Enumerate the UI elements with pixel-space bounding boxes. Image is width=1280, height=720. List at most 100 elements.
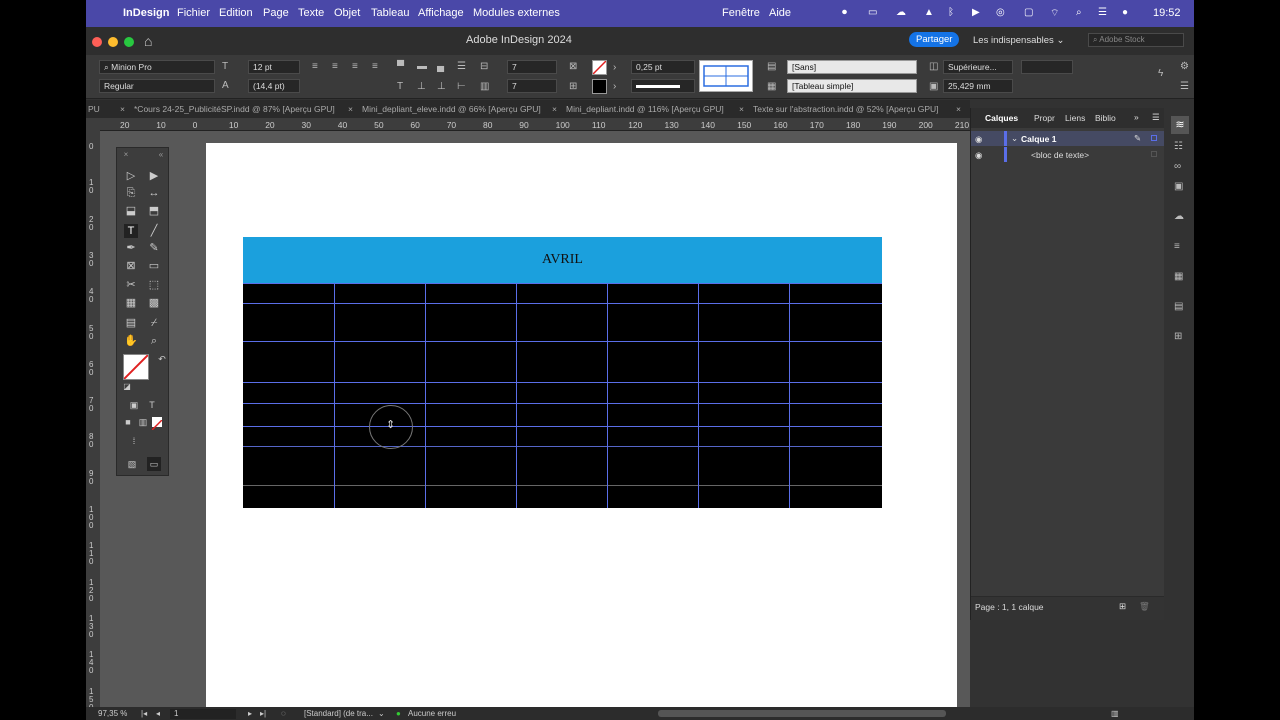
home-icon[interactable]: ⌂ bbox=[144, 33, 152, 49]
default-colors-icon[interactable]: ◪ bbox=[120, 380, 134, 394]
leading-field[interactable]: (14,4 pt) bbox=[248, 79, 300, 93]
direct-selection-tool-icon[interactable]: ▶ bbox=[147, 169, 161, 183]
airdrop-icon[interactable]: ◎ bbox=[996, 7, 1005, 18]
horizontal-ruler[interactable]: 20 10 0 10 20 30 40 50 60 70 80 90 100 110 120 130 140 15… bbox=[100, 118, 970, 131]
zoom-level[interactable]: 97,35 % bbox=[98, 709, 127, 718]
apply-none-icon[interactable] bbox=[151, 417, 163, 431]
free-transform-tool-icon[interactable]: ⬚ bbox=[147, 278, 161, 292]
valign-bottom-icon[interactable]: ▄ bbox=[437, 62, 444, 72]
swap-colors-icon[interactable]: ↶ bbox=[155, 352, 169, 366]
tab-mini-depliant-eleve[interactable]: Mini_depliant_eleve.indd @ 66% [Aperçu G… bbox=[362, 104, 541, 114]
row-height-extra-field[interactable] bbox=[1021, 60, 1073, 74]
rectangle-tool-icon[interactable]: ▭ bbox=[147, 259, 161, 273]
tab-bibliotheques[interactable]: Biblio bbox=[1095, 113, 1116, 123]
line-tool-icon[interactable]: ╱ bbox=[147, 224, 161, 238]
close-window-button[interactable] bbox=[92, 37, 102, 47]
spotlight-icon[interactable]: ⌕ bbox=[1076, 7, 1082, 18]
display-icon[interactable]: ▭ bbox=[868, 7, 877, 18]
layer-item-name[interactable]: <bloc de texte> bbox=[1031, 150, 1089, 160]
apply-gradient-icon[interactable]: ▥ bbox=[136, 415, 150, 429]
bluetooth-icon[interactable]: ᛒ bbox=[948, 7, 954, 18]
align-justify-icon[interactable]: ≡ bbox=[372, 62, 378, 72]
vertical-ruler[interactable]: 0102030405060708090100110120130140150 bbox=[86, 131, 100, 711]
new-layer-icon[interactable]: ⊞ bbox=[1119, 601, 1126, 612]
collapse-icon[interactable]: « bbox=[154, 148, 168, 162]
menu-fenetre[interactable]: Fenêtre bbox=[722, 7, 760, 19]
apply-color-icon[interactable]: ■ bbox=[121, 415, 135, 429]
window-icon[interactable]: ▢ bbox=[1024, 7, 1033, 18]
zoom-tool-icon[interactable]: ⌕ bbox=[147, 334, 161, 348]
align-center-icon[interactable]: ≡ bbox=[332, 62, 338, 72]
swatches-panel-icon[interactable]: ▦ bbox=[1174, 271, 1183, 282]
workspace-switcher[interactable]: Les indispensables ⌄ bbox=[973, 35, 1064, 46]
unmerge-cells-icon[interactable]: ⊞ bbox=[569, 82, 577, 92]
share-button[interactable]: Partager bbox=[909, 32, 960, 47]
font-style-select[interactable]: Regular bbox=[99, 79, 215, 93]
panel-menu-icon[interactable]: ☰ bbox=[1152, 112, 1160, 123]
font-size-field[interactable]: 12 pt bbox=[248, 60, 300, 74]
chevron-down-icon[interactable]: ⌄ bbox=[378, 709, 385, 718]
scissors-tool-icon[interactable]: ✂ bbox=[124, 278, 138, 292]
panel-menu-icon[interactable]: ☰ bbox=[1180, 82, 1189, 92]
selection-square-icon[interactable] bbox=[1151, 135, 1157, 141]
properties-panel-icon[interactable]: ☷ bbox=[1174, 141, 1183, 152]
menu-aide[interactable]: Aide bbox=[769, 7, 791, 19]
record-icon[interactable]: ⏺ bbox=[842, 7, 847, 18]
menu-app[interactable]: InDesign bbox=[123, 7, 169, 19]
valign-center-icon[interactable]: ▬ bbox=[417, 62, 427, 72]
formatting-container-icon[interactable]: ▣ bbox=[127, 398, 141, 412]
menu-objet[interactable]: Objet bbox=[334, 7, 360, 19]
tab-mini-depliant[interactable]: Mini_depliant.indd @ 116% [Aperçu GPU] bbox=[566, 104, 724, 114]
links-panel-icon[interactable]: ∞ bbox=[1174, 161, 1181, 172]
font-family-select[interactable]: ⌕ Minion Pro bbox=[99, 60, 215, 74]
gradient-feather-tool-icon[interactable]: ▩ bbox=[147, 296, 161, 310]
close-icon[interactable]: × bbox=[956, 104, 961, 114]
preview-mode-icon[interactable]: ▭ bbox=[147, 457, 161, 471]
preflight-profile[interactable]: [Standard] (de tra... bbox=[304, 709, 373, 718]
note-tool-icon[interactable]: ▤ bbox=[124, 316, 138, 330]
selection-square-icon[interactable] bbox=[1151, 151, 1157, 157]
libraries-panel-icon[interactable]: ▣ bbox=[1174, 181, 1183, 192]
lightning-icon[interactable]: ϟ bbox=[1158, 69, 1163, 79]
fill-none-swatch[interactable] bbox=[123, 354, 149, 380]
type-tool-icon[interactable]: T bbox=[124, 224, 138, 238]
play-icon[interactable]: ▶ bbox=[972, 7, 980, 18]
content-placer-icon[interactable]: ⬒ bbox=[147, 204, 161, 218]
tab-proprietes[interactable]: Propr bbox=[1034, 113, 1055, 123]
user-icon[interactable]: ● bbox=[1122, 7, 1128, 18]
tab-calques[interactable]: Calques bbox=[985, 113, 1018, 123]
wifi-icon[interactable]: ⌔ bbox=[1050, 7, 1059, 20]
align-left-icon[interactable]: ≡ bbox=[312, 62, 318, 72]
stroke-swatch-black[interactable] bbox=[592, 79, 607, 94]
stroke-panel-icon[interactable]: ≡ bbox=[1174, 241, 1180, 252]
selection-tool-icon[interactable]: ▷ bbox=[124, 169, 138, 183]
screen-mode-icon[interactable]: ⁞ bbox=[127, 434, 141, 448]
control-center-icon[interactable]: ☰ bbox=[1098, 7, 1107, 18]
cc-libraries-icon[interactable]: ☁ bbox=[1174, 211, 1184, 222]
normal-mode-icon[interactable]: ▧ bbox=[125, 457, 139, 471]
rotate-text-270-icon[interactable]: ⊢ bbox=[457, 82, 466, 92]
fill-swatch-none[interactable] bbox=[592, 60, 607, 75]
gear-icon[interactable]: ⚙ bbox=[1180, 62, 1189, 72]
calendar-table[interactable]: AVRIL ⇕ bbox=[243, 237, 882, 508]
formatting-text-icon[interactable]: T bbox=[145, 398, 159, 412]
view-toggle-icon[interactable]: ▥ bbox=[1111, 709, 1119, 718]
rotate-text-90-icon[interactable]: ⊥ bbox=[417, 82, 426, 92]
menu-tableau[interactable]: Tableau bbox=[371, 7, 410, 19]
tab-texte-abstraction[interactable]: Texte sur l'abstraction.indd @ 52% [Aper… bbox=[753, 104, 939, 114]
tab-cours[interactable]: *Cours 24-25_PublicitéSP.indd @ 87% [Ape… bbox=[134, 104, 335, 114]
gift-icon[interactable]: ⊞ bbox=[1174, 331, 1182, 342]
preflight-status[interactable]: Aucune erreu bbox=[408, 709, 456, 718]
menu-page[interactable]: Page bbox=[263, 7, 289, 19]
stroke-weight-field[interactable]: 0,25 pt bbox=[631, 60, 695, 74]
cell-stroke-proxy[interactable] bbox=[699, 60, 753, 92]
close-icon[interactable]: × bbox=[739, 104, 744, 114]
more-tabs-icon[interactable]: » bbox=[1134, 112, 1139, 122]
gradient-tool-icon[interactable]: ▦ bbox=[124, 296, 138, 310]
table-header-cell[interactable]: AVRIL bbox=[243, 237, 882, 283]
pencil-tool-icon[interactable]: ✎ bbox=[147, 241, 161, 255]
rows-field[interactable]: 7 bbox=[507, 60, 557, 74]
rotate-text-180-icon[interactable]: ⊥ bbox=[437, 82, 446, 92]
layers-panel-icon[interactable]: ≋ bbox=[1171, 116, 1189, 134]
eyedropper-tool-icon[interactable]: ⌿ bbox=[147, 316, 161, 330]
